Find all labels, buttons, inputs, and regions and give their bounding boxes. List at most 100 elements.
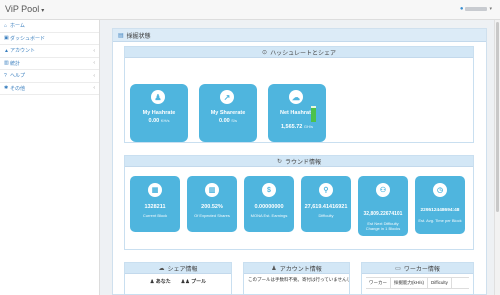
- chevron-left-icon: ‹: [93, 85, 95, 92]
- tab-label: あなた: [155, 279, 171, 285]
- cloud-icon: ☁: [289, 90, 303, 104]
- net-hashrate-value: 1,565.72: [280, 124, 303, 130]
- scrollbar-thumb[interactable]: [496, 22, 499, 212]
- tile-label: Net Hashrate: [280, 110, 314, 116]
- user-icon: ♟: [149, 279, 155, 285]
- tile-value: 1,565.72 GH/s: [268, 124, 326, 130]
- card-header: ☁ シェア情報: [125, 263, 231, 274]
- tile-value: 200.52%: [201, 204, 223, 210]
- tab-pool[interactable]: ♟♟ プール: [181, 278, 206, 285]
- column-header: ワーカー: [366, 278, 391, 288]
- tile-value: 0.00 S/s: [199, 118, 257, 124]
- section-header: ⊙ ハッシュレートとシェア: [125, 47, 473, 58]
- card-header: ▭ ワーカー情報: [362, 263, 473, 274]
- sharerate-unit: S/s: [231, 118, 238, 123]
- chevron-left-icon: ‹: [93, 60, 95, 67]
- map-marker-icon: ⚲: [319, 183, 333, 197]
- tile-caption: Difficulty: [318, 213, 334, 218]
- clock-icon: ◷: [433, 183, 447, 197]
- sidebar-item-label: ヘルプ: [10, 73, 26, 80]
- sharerate-value: 0.00: [218, 118, 230, 124]
- chevron-left-icon: ‹: [93, 72, 95, 79]
- sidebar-item-label: その他: [10, 85, 26, 92]
- next-difficulty-tile: ⚇ 32,809.22674101 Est Next Difficulty Ch…: [358, 176, 408, 236]
- brand-menu[interactable]: ViP Pool ▾: [5, 4, 44, 14]
- top-navbar: ViP Pool ▾ ● ▾: [0, 0, 500, 20]
- chevron-left-icon: ‹: [93, 47, 95, 54]
- account-notice: このプールは手数料不要。寄付は行っていませんし: [248, 277, 349, 282]
- card-header: ♟ アカウント情報: [244, 263, 349, 274]
- share-icon: ↗: [220, 90, 234, 104]
- current-block-tile: ▦ 1328211 Current Block: [130, 176, 180, 232]
- tile-value: 0.00 KH/s: [130, 118, 188, 124]
- user-icon: ♟: [271, 265, 277, 272]
- est-earnings-tile: $ 0.00000000 MONA Est. Earnings: [244, 176, 294, 232]
- worker-table-header: ワーカー 採掘能力(kH/s) Difficulty: [366, 277, 469, 289]
- my-hashrate-tile: ♟ My Hashrate 0.00 KH/s: [130, 84, 188, 142]
- sidebar-item-dashboard[interactable]: ▣ ダッシュボード: [0, 33, 99, 45]
- tile-value: 32,809.22674101: [363, 211, 403, 217]
- sidebar-item-label: アカウント: [10, 48, 36, 55]
- net-hashrate-tile: ☁ Net Hashrate 1,565.72 GH/s: [268, 84, 326, 142]
- tile-value: 229512448694:48: [420, 208, 460, 213]
- sidebar-item-home[interactable]: ⌂ ホーム: [0, 20, 99, 33]
- sidebar-item-label: ダッシュボード: [10, 35, 46, 42]
- sitemap-icon: ⚇: [376, 183, 390, 197]
- sidebar-item-account[interactable]: ▲ アカウント ‹: [0, 45, 99, 58]
- tile-value: 0.00000000: [254, 204, 284, 210]
- caret-down-icon[interactable]: ▾: [489, 6, 492, 12]
- sidebar-item-other[interactable]: ✱ その他 ‹: [0, 83, 99, 95]
- panel-header: ▤ 採掘状態: [113, 29, 486, 42]
- dashboard-icon: ▤: [118, 32, 124, 39]
- net-hashrate-unit: GH/s: [303, 124, 314, 129]
- tile-caption: MONA Est. Earnings: [250, 213, 288, 218]
- expected-shares-tile: ▥ 200.52% Of Expected Shares: [187, 176, 237, 232]
- brand-name[interactable]: ViP Pool: [5, 4, 39, 14]
- bar-chart-icon: ▥: [205, 183, 219, 197]
- refresh-icon: ↻: [276, 158, 282, 165]
- cloud-icon: ☁: [158, 265, 165, 272]
- tile-caption: Of Expected Shares: [194, 213, 230, 218]
- card-title: シェア情報: [167, 266, 198, 273]
- net-hashrate-gauge: [311, 106, 316, 122]
- users-icon: ♟♟: [180, 279, 190, 285]
- account-info-card: ♟ アカウント情報 このプールは手数料不要。寄付は行っていませんし: [243, 262, 350, 295]
- sidebar-item-label: 統計: [10, 60, 21, 67]
- gauge-fill: [311, 108, 316, 122]
- grid-icon: ▦: [148, 183, 162, 197]
- tab-you[interactable]: ♟ あなた: [150, 278, 171, 285]
- tile-caption: Est. Avg. Time per Block: [418, 218, 462, 223]
- worker-info-card: ▭ ワーカー情報 ワーカー 採掘能力(kH/s) Difficulty: [361, 262, 474, 295]
- hashrate-unit: KH/s: [160, 118, 170, 123]
- section-header: ↻ ラウンド情報: [125, 156, 473, 167]
- user-icon: ●: [459, 6, 464, 12]
- tile-value: 1328211: [144, 204, 166, 210]
- desktop-icon: ▭: [395, 265, 401, 272]
- caret-down-icon[interactable]: ▾: [41, 8, 44, 14]
- tile-label: My Sharerate: [210, 110, 246, 116]
- sidebar-item-help[interactable]: ? ヘルプ ‹: [0, 70, 99, 83]
- user-menu[interactable]: ● ▾: [460, 6, 492, 12]
- tab-label: プール: [191, 279, 207, 285]
- tile-caption: Current Block: [142, 213, 168, 218]
- section-title: ハッシュレートとシェア: [270, 50, 336, 57]
- card-title: ワーカー情報: [403, 266, 440, 273]
- tile-value: 27,619.41416921: [304, 204, 348, 210]
- sidebar-item-stats[interactable]: ▥ 統計 ‹: [0, 58, 99, 70]
- tile-caption: Est Next Difficulty Change in 1 Blocks: [365, 221, 401, 231]
- dashboard-icon: ⊙: [262, 49, 268, 56]
- section-title: ラウンド情報: [285, 159, 322, 166]
- my-sharerate-tile: ↗ My Sharerate 0.00 S/s: [199, 84, 257, 142]
- money-icon: $: [262, 183, 276, 197]
- share-tabs: ♟ あなた ♟♟ プール: [125, 274, 231, 285]
- hashrate-value: 0.00: [148, 118, 160, 124]
- panel-title: 採掘状態: [126, 33, 151, 40]
- page-scrollbar[interactable]: [494, 20, 500, 295]
- card-title: アカウント情報: [279, 266, 322, 273]
- user-icon: ♟: [151, 90, 165, 104]
- user-name[interactable]: [465, 7, 488, 11]
- avg-block-time-tile: ◷ 229512448694:48 Est. Avg. Time per Blo…: [415, 176, 465, 234]
- column-header: 採掘能力(kH/s): [391, 278, 428, 288]
- sidebar-item-label: ホーム: [10, 23, 25, 30]
- difficulty-tile: ⚲ 27,619.41416921 Difficulty: [301, 176, 351, 232]
